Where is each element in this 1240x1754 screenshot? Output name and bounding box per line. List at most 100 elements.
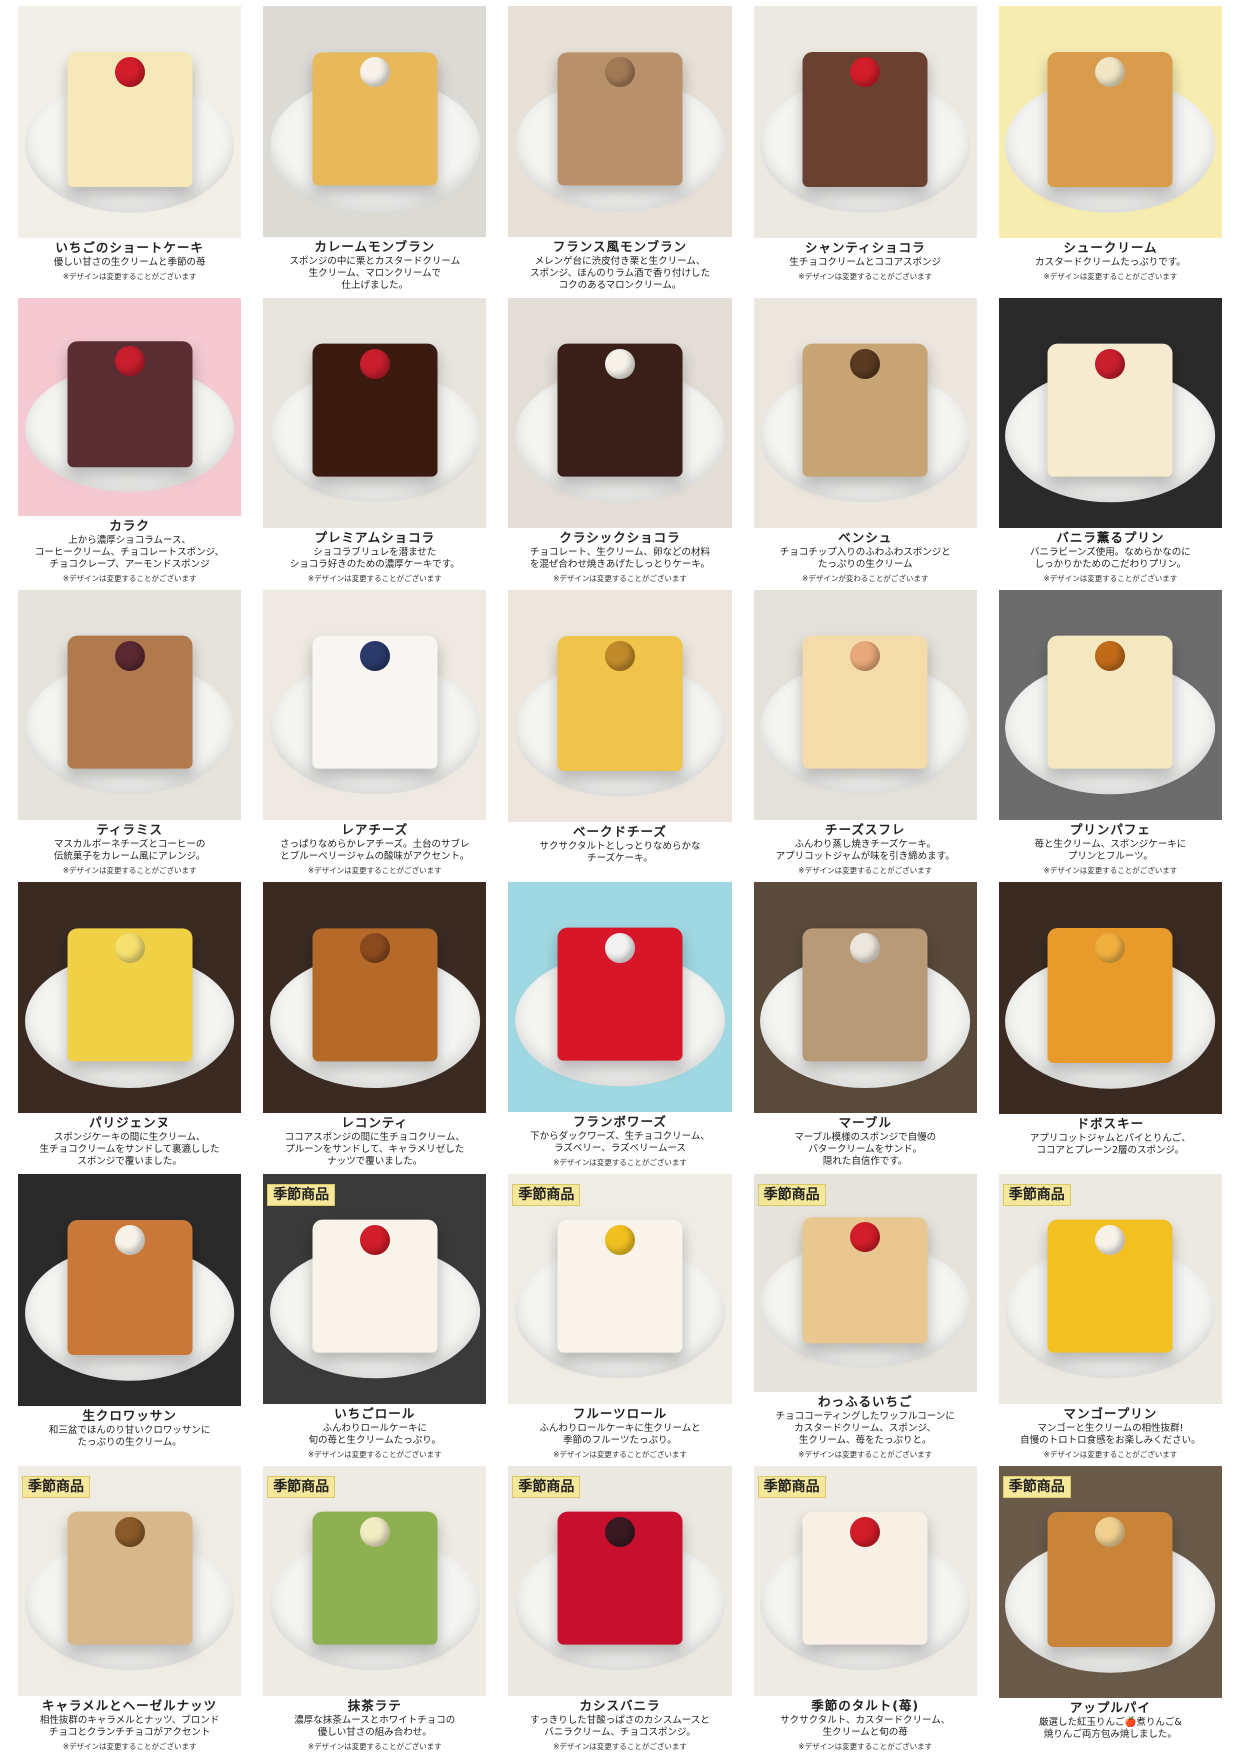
menu-item-card[interactable]: カラク 上から濃厚ショコラムース、 コーヒークリーム、チョコレートスポンジ、 チ… — [18, 292, 242, 584]
cake-photo[interactable] — [263, 298, 487, 528]
seasonal-badge: 季節商品 — [757, 1476, 826, 1498]
topping-shape — [1095, 57, 1126, 88]
menu-item-card[interactable]: 季節商品 わっふるいちご チョココーティングしたワッフルコーンに カスタードクリ… — [753, 1168, 977, 1460]
topping-shape — [359, 348, 390, 379]
menu-item-card[interactable]: 季節商品 季節のタルト(苺) サクサクタルト、カスタードクリーム、 生クリームと… — [753, 1460, 977, 1752]
cake-photo[interactable] — [18, 590, 242, 820]
cake-photo[interactable] — [753, 882, 977, 1113]
cake-photo[interactable] — [998, 882, 1222, 1114]
cake-photo[interactable]: 季節商品 — [263, 1466, 487, 1696]
menu-item-card[interactable]: カレームモンブラン スポンジの中に栗とカスタードクリーム 生クリーム、マロンクリ… — [263, 0, 487, 292]
cake-photo[interactable]: 季節商品 — [18, 1466, 242, 1696]
design-note: ※デザインは変更することがございます — [307, 1742, 442, 1751]
menu-item-card[interactable]: フランボワーズ 下からダックワーズ、生チョコクリーム、 ラズベリー、ラズベリーム… — [508, 876, 732, 1168]
cake-photo[interactable] — [18, 1174, 242, 1406]
menu-item-card[interactable]: 季節商品 アップルパイ 厳選した紅玉りんご🍎煮りんご& 焼りんご両方包み焼しまし… — [998, 1460, 1222, 1752]
menu-item-card[interactable]: チーズスフレ ふんわり蒸し焼きチーズケーキ。 アプリコットジャムが味を引き締めま… — [753, 584, 977, 876]
menu-item-card[interactable]: マーブル マーブル模様のスポンジで自慢の バタークリームをサンド。 隠れた自信作… — [753, 876, 977, 1168]
menu-item-card[interactable]: ドボスキー アプリコットジャムとパイとりんご、 ココアとプレーン2層のスポンジ。 — [998, 876, 1222, 1168]
menu-item-card[interactable]: シャンティショコラ 生チョコクリームとココアスポンジ ※デザインは変更することが… — [753, 0, 977, 292]
menu-item-card[interactable]: プリンパフェ 苺と生クリーム、スポンジケーキに プリンとフルーツ。 ※デザインは… — [998, 584, 1222, 876]
topping-shape — [604, 1224, 635, 1255]
item-name: プリンパフェ — [1069, 822, 1151, 837]
item-description: メレンゲ台に渋皮付き栗と生クリーム、 スポンジ、ほんのりラム酒で香り付けした コ… — [530, 256, 710, 291]
design-note: ※デザインは変更することがございます — [307, 1450, 442, 1459]
menu-item-card[interactable]: 季節商品 フルーツロール ふんわりロールケーキに生クリームと 季節のフルーツたっ… — [508, 1168, 732, 1460]
item-name: いちごロール — [334, 1406, 416, 1421]
cake-photo[interactable] — [508, 298, 732, 528]
cake-photo[interactable] — [753, 298, 977, 528]
cake-photo[interactable] — [18, 298, 242, 516]
item-name: キャラメルとヘーゼルナッツ — [42, 1698, 218, 1713]
cake-photo[interactable] — [508, 882, 732, 1112]
seasonal-badge: 季節商品 — [1002, 1184, 1071, 1206]
design-note: ※デザインは変更することがございます — [798, 272, 933, 281]
menu-item-card[interactable]: バニラ薫るプリン バニラビーンズ使用。なめらかなのに しっかりかためのこだわりプ… — [998, 292, 1222, 584]
design-note: ※デザインは変更することがございます — [798, 1742, 933, 1751]
seasonal-badge: 季節商品 — [22, 1476, 90, 1498]
item-name: カレームモンブラン — [314, 239, 436, 254]
seasonal-badge: 季節商品 — [512, 1184, 581, 1206]
design-note: ※デザインは変更することがございます — [307, 574, 442, 583]
cake-photo[interactable] — [263, 6, 487, 237]
menu-item-card[interactable]: 季節商品 カシスバニラ すっきりした甘酸っぱさのカシスムースと バニラクリーム、… — [508, 1460, 732, 1752]
cake-photo[interactable]: 季節商品 — [998, 1174, 1222, 1404]
cake-photo[interactable]: 季節商品 — [263, 1174, 487, 1404]
topping-shape — [604, 348, 635, 379]
topping-shape — [850, 1221, 881, 1252]
menu-item-card[interactable]: ティラミス マスカルポーネチーズとコーヒーの 伝統菓子をカレーム風にアレンジ。 … — [18, 584, 242, 876]
menu-item-card[interactable]: 季節商品 いちごロール ふんわりロールケーキに 旬の苺と生クリームたっぷり。 ※… — [263, 1168, 487, 1460]
topping-shape — [850, 57, 881, 88]
seasonal-badge: 季節商品 — [267, 1184, 336, 1206]
menu-item-card[interactable]: いちごのショートケーキ 優しい甘さの生クリームと季節の苺 ※デザインは変更するこ… — [18, 0, 242, 292]
cake-photo[interactable]: 季節商品 — [508, 1466, 732, 1696]
item-description: カスタードクリームたっぷりです。 — [1035, 257, 1186, 268]
item-description: チョココーティングしたワッフルコーンに カスタードクリーム、スポンジ、 生クリー… — [775, 1411, 955, 1446]
menu-item-card[interactable]: ベンシュ チョコチップ入りのふわふわスポンジと たっぷりの生クリーム ※デザイン… — [753, 292, 977, 584]
item-name: パリジェンヌ — [89, 1115, 171, 1130]
cake-photo[interactable] — [263, 882, 487, 1113]
cake-photo[interactable] — [508, 6, 732, 237]
cake-photo[interactable] — [18, 882, 242, 1113]
menu-item-card[interactable]: シュークリーム カスタードクリームたっぷりです。 ※デザインは変更することがござ… — [998, 0, 1222, 292]
item-description: アプリコットジャムとパイとりんご、 ココアとプレーン2層のスポンジ。 — [1029, 1133, 1191, 1156]
topping-shape — [850, 1516, 881, 1547]
menu-item-card[interactable]: プレミアムショコラ ショコラブリュレを潜ませた ショコラ好きのための濃厚ケーキで… — [263, 292, 487, 584]
design-note: ※デザインは変更することがございます — [307, 866, 442, 875]
menu-item-card[interactable]: レアチーズ さっぱりなめらかレアチーズ。土台のサブレ とブルーベリージャムの酸味… — [263, 584, 487, 876]
cake-photo[interactable]: 季節商品 — [998, 1466, 1222, 1698]
menu-item-card[interactable]: 季節商品 抹茶ラテ 濃厚な抹茶ムースとホワイトチョコの 優しい甘さの組み合わせ。… — [263, 1460, 487, 1752]
item-name: いちごのショートケーキ — [55, 240, 204, 255]
item-name: ベンシュ — [838, 530, 893, 545]
menu-item-card[interactable]: 生クロワッサン 和三盆でほんのり甘いクロワッサンに たっぷりの生クリーム。 — [18, 1168, 242, 1460]
menu-item-card[interactable]: 季節商品 キャラメルとヘーゼルナッツ 相性抜群のキャラメルとナッツ、ブロンド チ… — [18, 1460, 242, 1752]
item-description: チョコチップ入りのふわふわスポンジと たっぷりの生クリーム — [779, 547, 951, 570]
menu-item-card[interactable]: クラシックショコラ チョコレート、生クリーム、卵などの材料 を混ぜ合わせ焼きあげ… — [508, 292, 732, 584]
cake-photo[interactable] — [753, 6, 977, 238]
item-description: 苺と生クリーム、スポンジケーキに プリンとフルーツ。 — [1034, 839, 1187, 862]
item-description: 優しい甘さの生クリームと季節の苺 — [53, 257, 206, 268]
cake-photo[interactable] — [998, 298, 1222, 528]
item-name: 抹茶ラテ — [347, 1698, 402, 1713]
cake-photo[interactable] — [18, 6, 242, 238]
cake-photo[interactable] — [998, 590, 1222, 820]
cake-photo[interactable] — [998, 6, 1222, 238]
menu-item-card[interactable]: 季節商品 マンゴープリン マンゴーと生クリームの相性抜群! 自慢のトロトロ食感を… — [998, 1168, 1222, 1460]
menu-item-card[interactable]: ベークドチーズ サクサクタルトとしっとりなめらかな チーズケーキ。 — [508, 584, 732, 876]
cake-photo[interactable] — [508, 590, 732, 822]
topping-shape — [604, 641, 635, 672]
cake-photo[interactable]: 季節商品 — [508, 1174, 732, 1404]
item-description: 厳選した紅玉りんご🍎煮りんご& 焼りんご両方包み焼しました。 — [1039, 1717, 1182, 1740]
menu-item-card[interactable]: フランス風モンブラン メレンゲ台に渋皮付き栗と生クリーム、 スポンジ、ほんのりラ… — [508, 0, 732, 292]
item-description: バニラビーンズ使用。なめらかなのに しっかりかためのこだわりプリン。 — [1029, 547, 1191, 570]
menu-item-card[interactable]: レコンティ ココアスポンジの間に生チョコクリーム、 プルーンをサンドして、キャラ… — [263, 876, 487, 1168]
menu-item-card[interactable]: パリジェンヌ スポンジケーキの間に生クリーム、 生チョコクリームをサンドして裏漉… — [18, 876, 242, 1168]
item-name: マンゴープリン — [1063, 1406, 1158, 1421]
cake-photo[interactable] — [263, 590, 487, 820]
cake-photo[interactable] — [753, 590, 977, 820]
item-description: サクサクタルト、カスタードクリーム、 生クリームと旬の苺 — [780, 1715, 951, 1738]
topping-shape — [114, 1516, 145, 1547]
cake-photo[interactable]: 季節商品 — [753, 1466, 977, 1696]
cake-photo[interactable]: 季節商品 — [753, 1174, 977, 1392]
design-note: ※デザインは変更することがございます — [1043, 1450, 1178, 1459]
